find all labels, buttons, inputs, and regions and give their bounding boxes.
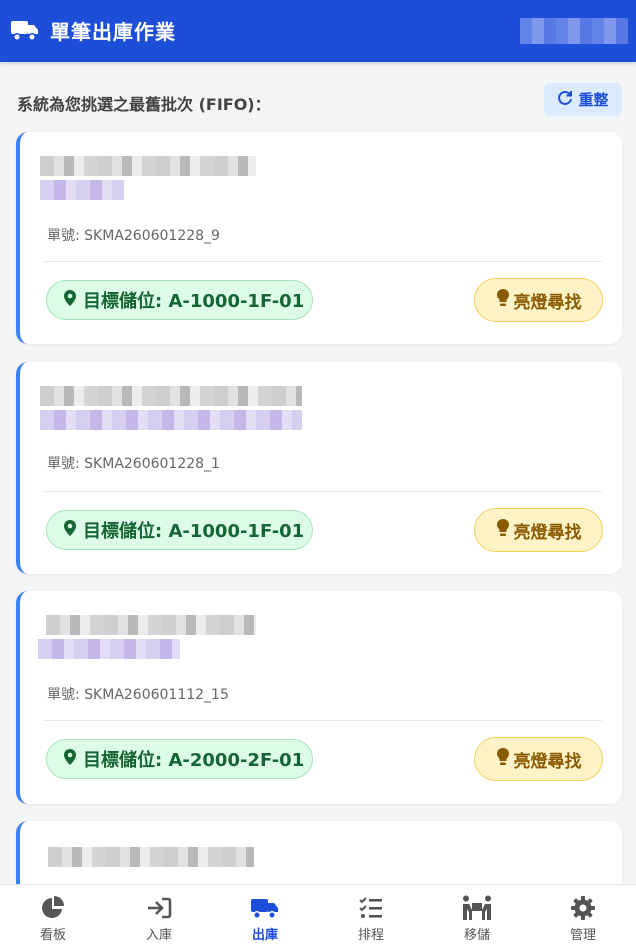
tab-label: 入庫 [145,928,172,943]
target-location-label: 目標儲位: A-1000-1F-01 [83,521,305,542]
tab-label: 移儲 [463,928,490,943]
tab-label: 排程 [357,928,384,943]
product-spec-redacted [38,639,180,659]
target-location-badge: 目標儲位: A-1000-1F-01 [46,280,313,320]
light-find-label: 亮燈尋找 [513,292,582,313]
tab-admin[interactable]: 管理 [530,885,636,945]
tab-transfer[interactable]: 移儲 [424,885,530,945]
lightbulb-icon [496,747,510,772]
user-name-redacted [520,18,628,44]
batch-card: 單號: SKMA260601228_9 目標儲位: A-1000-1F-01 亮… [16,132,622,344]
lightbulb-icon [496,518,510,543]
product-spec-redacted [40,410,302,430]
tab-inbound[interactable]: 入庫 [106,885,212,945]
order-number: 單號: SKMA260601228_9 [47,228,220,244]
tab-dashboard[interactable]: 看板 [0,885,106,945]
light-find-label: 亮燈尋找 [513,751,582,772]
page-title: 單筆出庫作業 [50,20,176,44]
truck-icon [10,17,40,47]
bottom-tab-bar: 看板 入庫 出庫 排程 移儲 管理 [0,884,636,945]
target-location-label: 目標儲位: A-2000-2F-01 [83,750,305,771]
map-pin-icon [63,748,77,771]
target-location-label: 目標儲位: A-1000-1F-01 [83,291,305,312]
tab-label: 看板 [39,928,66,943]
task-list-icon [358,894,384,922]
tab-label: 管理 [569,928,596,943]
order-number: 單號: SKMA260601112_15 [47,687,229,703]
section-title: 系統為您挑選之最舊批次 (FIFO)： [17,95,271,114]
map-pin-icon [63,289,77,312]
product-name-redacted [46,615,256,635]
product-name-redacted [48,847,254,867]
lightbulb-icon [496,288,510,313]
light-find-button[interactable]: 亮燈尋找 [474,508,603,552]
light-find-label: 亮燈尋找 [513,522,582,543]
product-name-redacted [40,386,302,406]
divider [44,720,602,721]
reset-label: 重整 [578,91,609,109]
people-carry-icon [461,894,493,922]
batch-card: 單號: SKMA260601228_1 目標儲位: A-1000-1F-01 亮… [16,362,622,574]
tab-schedule[interactable]: 排程 [318,885,424,945]
target-location-badge: 目標儲位: A-2000-2F-01 [46,739,313,779]
gear-icon [570,894,596,922]
sign-in-icon [146,894,172,922]
truck-icon [249,894,281,922]
target-location-badge: 目標儲位: A-1000-1F-01 [46,510,313,550]
tab-outbound[interactable]: 出庫 [212,885,318,945]
tab-label: 出庫 [251,928,278,943]
light-find-button[interactable]: 亮燈尋找 [474,278,603,322]
product-name-redacted [40,156,256,176]
batch-card: 單號: SKMA260601112_15 目標儲位: A-2000-2F-01 … [16,591,622,804]
map-pin-icon [63,519,77,542]
app-header: 單筆出庫作業 [0,0,636,62]
divider [44,491,602,492]
divider [44,261,602,262]
product-spec-redacted [40,180,124,200]
pie-chart-icon [40,894,66,922]
order-number: 單號: SKMA260601228_1 [47,456,220,472]
reset-button[interactable]: 重整 [544,83,622,116]
light-find-button[interactable]: 亮燈尋找 [474,737,603,781]
refresh-icon [557,90,573,110]
